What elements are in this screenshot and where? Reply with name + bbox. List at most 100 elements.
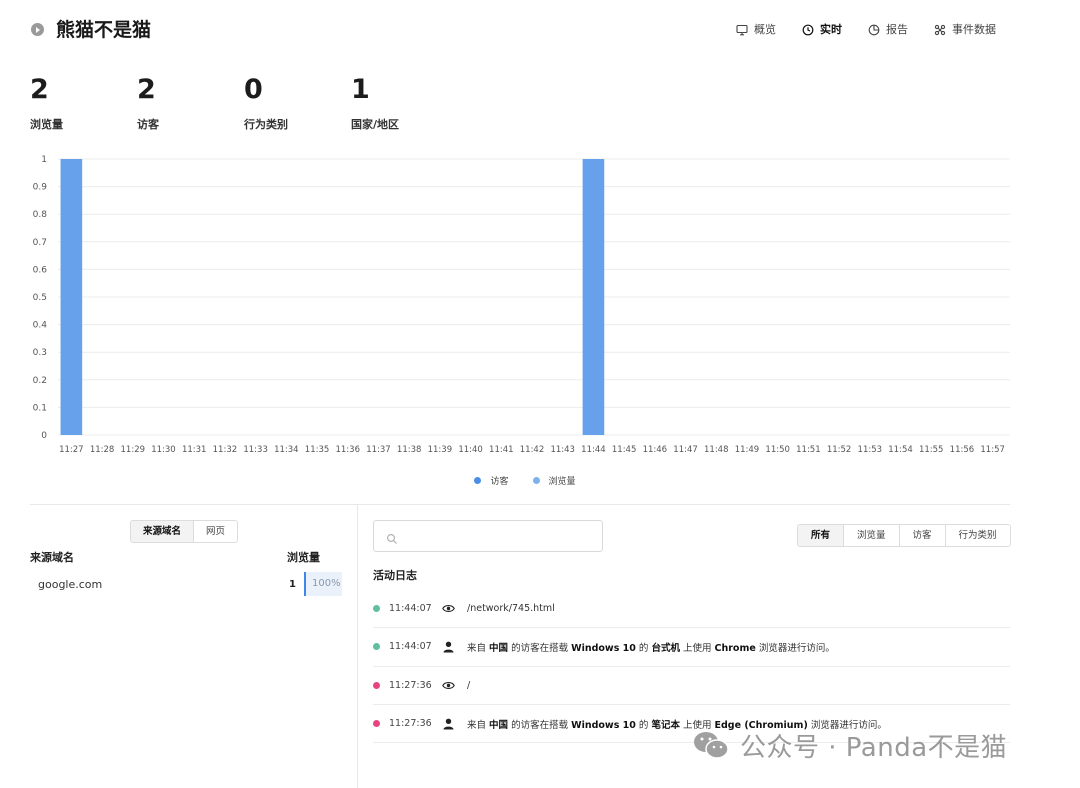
- y-tick-label: 0.7: [33, 238, 47, 248]
- x-tick-label: 11:42: [520, 445, 545, 455]
- log-text-part: 来自: [467, 719, 490, 731]
- nav-event-data[interactable]: 事件数据: [934, 21, 996, 39]
- referrer-table: 来源域名 浏览量 google.com 1 100%: [30, 550, 342, 596]
- referrer-percent-bar: 100%: [304, 572, 342, 596]
- nav-realtime[interactable]: 实时: [802, 21, 842, 39]
- legend-swatch: [532, 477, 540, 484]
- x-tick-label: 11:38: [397, 445, 422, 455]
- log-time: 11:44:07: [389, 641, 432, 653]
- nav-label: 事件数据: [952, 23, 996, 36]
- y-tick-label: 1: [41, 155, 47, 165]
- x-tick-label: 11:41: [489, 445, 513, 455]
- pie-chart-icon: [868, 24, 880, 36]
- log-text-part: Windows 10: [571, 642, 636, 654]
- x-tick-label: 11:57: [980, 445, 1005, 455]
- legend-item-visitors[interactable]: 访客: [474, 474, 509, 487]
- metric-label: 行为类别: [244, 118, 288, 131]
- metric-label: 访客: [137, 118, 159, 131]
- y-tick-label: 0.8: [33, 210, 48, 220]
- panel-divider: [357, 505, 358, 788]
- filter-all[interactable]: 所有: [798, 525, 845, 546]
- log-text-part: 中国: [489, 642, 509, 654]
- wechat-icon: [692, 730, 730, 760]
- search-input[interactable]: [404, 527, 594, 547]
- x-tick-label: 11:40: [458, 445, 483, 455]
- log-text: /: [467, 680, 470, 691]
- x-tick-label: 11:54: [888, 445, 913, 455]
- log-text-part: Windows 10: [571, 719, 636, 731]
- x-tick-label: 11:39: [428, 445, 453, 455]
- site-play-icon[interactable]: [31, 23, 44, 36]
- y-tick-label: 0.4: [33, 321, 48, 331]
- log-text-part: 的: [635, 642, 652, 654]
- status-dot: [373, 643, 380, 651]
- activity-search[interactable]: [373, 520, 603, 552]
- x-tick-label: 11:29: [121, 445, 146, 455]
- site-title: 熊猫不是猫: [56, 19, 152, 41]
- filter-events[interactable]: 行为类别: [945, 525, 1010, 546]
- x-tick-label: 11:56: [950, 445, 975, 455]
- metric-value: 1: [351, 74, 370, 105]
- x-tick-label: 11:44: [581, 445, 606, 455]
- x-tick-label: 11:28: [90, 445, 115, 455]
- metric-value: 2: [30, 74, 49, 105]
- realtime-chart: 0 0.1 0.2 0.3 0.4 0.5 0.6 0.7 0.8 0.9 1 11:27 11:28 1…: [30, 150, 1020, 500]
- y-tick-label: 0.3: [33, 348, 47, 358]
- x-tick-label: 11:43: [550, 445, 575, 455]
- tab-pages[interactable]: 网页: [194, 521, 238, 542]
- bar: [582, 159, 605, 435]
- x-tick-label: 11:45: [612, 445, 637, 455]
- metric-countries: 1 国家/地区: [351, 74, 458, 132]
- list-item[interactable]: 11:44:07/network/745.html: [373, 590, 1010, 629]
- y-tick-label: 0.2: [33, 376, 47, 386]
- log-text-part: Chrome: [714, 642, 756, 654]
- x-tick-label: 11:53: [858, 445, 883, 455]
- section-divider: [30, 504, 1010, 505]
- log-text-part: 来自: [467, 642, 490, 654]
- table-row[interactable]: google.com 1 100%: [30, 572, 342, 596]
- y-tick-label: 0.5: [33, 293, 47, 303]
- metric-label: 国家/地区: [351, 118, 400, 131]
- status-dot: [373, 605, 380, 613]
- legend-swatch: [474, 477, 482, 484]
- activity-log-list: 11:44:07/network/745.html 11:44:07 来自 中国 的…: [373, 590, 1010, 744]
- metric-value: 0: [244, 74, 263, 105]
- x-tick-label: 11:50: [765, 445, 790, 455]
- user-icon: [441, 640, 455, 654]
- log-text-part: 的访客在搭载: [508, 642, 572, 654]
- log-text-part: 中国: [489, 719, 509, 731]
- filter-visitors[interactable]: 访客: [899, 525, 946, 546]
- x-tick-label: 11:37: [366, 445, 391, 455]
- y-tick-label: 0.9: [33, 183, 48, 193]
- status-dot: [373, 681, 380, 689]
- x-tick-label: 11:52: [827, 445, 852, 455]
- chart-legend: 访客 浏览量: [30, 474, 1020, 487]
- eye-icon: [441, 678, 455, 692]
- x-tick-label: 11:48: [704, 445, 729, 455]
- tab-referrer-domain[interactable]: 来源域名: [131, 521, 195, 542]
- x-tick-label: 11:47: [673, 445, 698, 455]
- filter-pageviews[interactable]: 浏览量: [844, 525, 900, 546]
- bar: [60, 159, 83, 435]
- referrer-tabs: 来源域名 网页: [130, 520, 239, 543]
- x-tick-label: 11:49: [735, 445, 760, 455]
- log-text-part: 的访客在搭载: [508, 719, 572, 731]
- nav-overview[interactable]: 概览: [736, 21, 776, 39]
- watermark-text: 公众号 · Panda不是猫: [740, 732, 1008, 763]
- list-item[interactable]: 11:27:36 /: [373, 667, 1010, 705]
- list-item[interactable]: 11:44:07 来自 中国 的访客在搭载 Windows 10 的 台式机 上使…: [373, 628, 1010, 667]
- log-text-part: 浏览器进行访问。: [755, 642, 835, 654]
- x-tick-label: 11:55: [919, 445, 944, 455]
- nav-label: 实时: [820, 23, 842, 36]
- log-text-part: 上使用: [679, 642, 715, 654]
- page-header: 熊猫不是猫 概览 实时 报告 事件数据: [30, 16, 1020, 44]
- y-tick-label: 0: [41, 431, 47, 441]
- column-header-domain: 来源域名: [30, 551, 74, 564]
- legend-item-pageviews[interactable]: 浏览量: [532, 474, 576, 487]
- log-text-part: /: [467, 679, 471, 691]
- log-text-part: 的: [635, 719, 652, 731]
- metric-pageviews: 2 浏览量: [30, 74, 137, 132]
- metrics-summary: 2 浏览量 2 访客 0 行为类别 1 国家/地区: [30, 74, 458, 132]
- nav-reports[interactable]: 报告: [868, 21, 908, 39]
- referrer-domain: google.com: [38, 577, 103, 591]
